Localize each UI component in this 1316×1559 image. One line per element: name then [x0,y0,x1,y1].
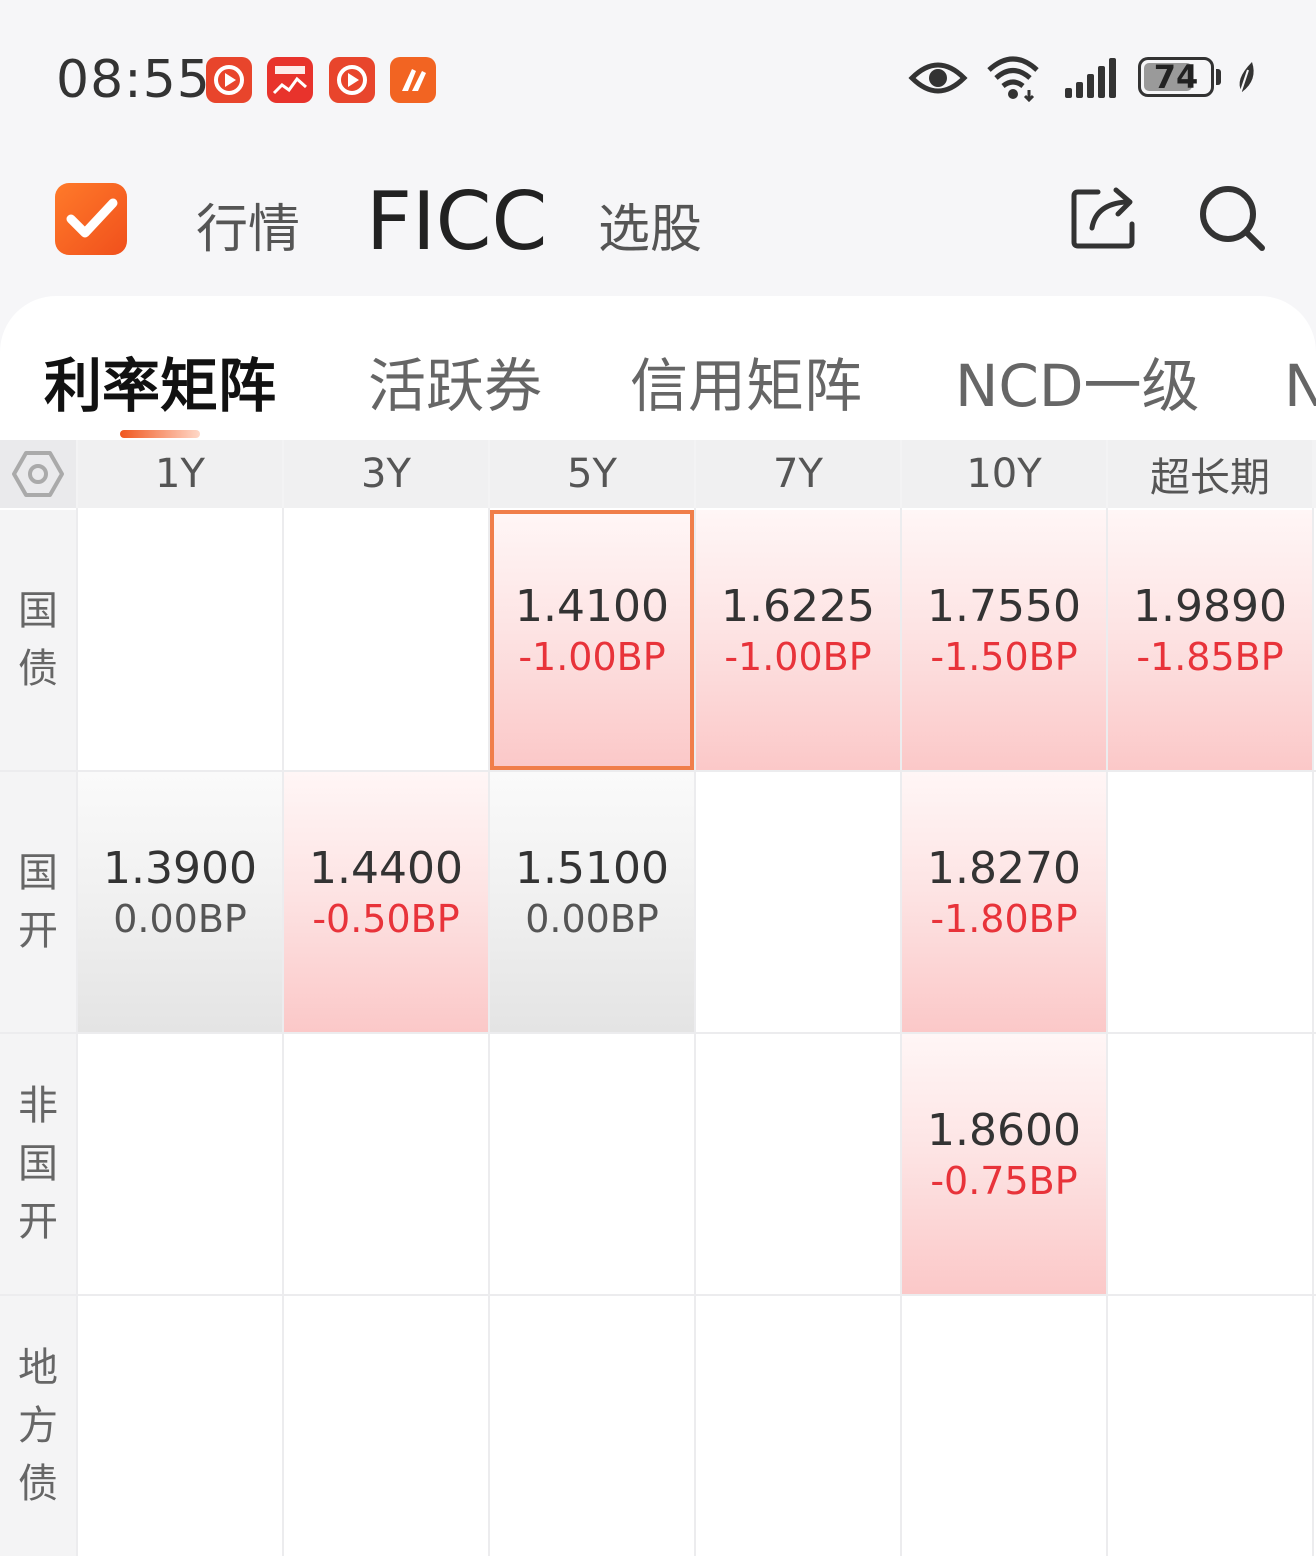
app-logo-icon[interactable] [55,183,127,255]
app-header: 行情 FICC 选股 [0,150,1316,295]
power-saving-leaf-icon [1239,62,1254,95]
matrix-cell[interactable]: 1.6225 -1.00BP [696,510,900,770]
cell-change-bp: -0.75BP [930,1159,1078,1203]
column-header-10y[interactable]: 10Y [902,440,1106,508]
matrix-cell[interactable] [1108,1296,1312,1556]
sub-tab-rate-matrix[interactable]: 利率矩阵 [44,350,276,422]
column-header-ultra-long[interactable]: 超长期 [1108,440,1312,508]
sub-tab-credit-matrix[interactable]: 信用矩阵 [630,350,862,422]
app-notification-icon [390,57,436,103]
row-header[interactable]: 非国开 [0,1034,76,1294]
cell-yield: 1.4100 [515,581,669,632]
app-notification-icon [206,57,252,103]
matrix-cell[interactable]: 1.3900 0.00BP [78,772,282,1032]
matrix-cell[interactable] [284,1296,488,1556]
matrix-cell[interactable] [1108,1034,1312,1294]
grid-divider [1312,508,1314,1556]
share-icon[interactable] [1068,182,1140,254]
matrix-settings-button[interactable] [0,440,76,508]
matrix-cell[interactable]: 1.4100 -1.00BP [490,510,694,770]
search-icon[interactable] [1196,182,1268,254]
nav-tab-market[interactable]: 行情 [196,198,300,262]
row-header[interactable]: 地方债 [0,1296,76,1556]
matrix-cell[interactable] [284,1034,488,1294]
grid-divider [1106,508,1108,1556]
column-header-5y[interactable]: 5Y [490,440,694,508]
matrix-cell[interactable] [1108,772,1312,1032]
matrix-cell[interactable] [902,1296,1106,1556]
app-notification-icon [329,57,375,103]
nav-tab-ficc[interactable]: FICC [366,180,547,264]
matrix-cell[interactable] [78,1296,282,1556]
cell-yield: 1.3900 [103,843,257,894]
sub-tab-active-bonds[interactable]: 活跃券 [368,350,542,422]
grid-divider [488,508,490,1556]
matrix-cell[interactable] [696,1034,900,1294]
matrix-cell[interactable]: 1.9890 -1.85BP [1108,510,1312,770]
matrix-cell[interactable]: 1.7550 -1.50BP [902,510,1106,770]
battery-level: 74 [1153,58,1199,96]
matrix-cell[interactable] [78,1034,282,1294]
cell-yield: 1.6225 [721,581,875,632]
cell-yield: 1.5100 [515,843,669,894]
column-header-7y[interactable]: 7Y [696,440,900,508]
active-tab-indicator [120,430,200,438]
sub-tab-overflow[interactable]: N [1284,350,1316,422]
row-header-label: 地方债 [18,1345,58,1507]
battery-tip [1216,69,1221,85]
cell-change-bp: -1.85BP [1136,635,1284,679]
app-notification-icon [267,57,313,103]
matrix-cell[interactable]: 1.4400 -0.50BP [284,772,488,1032]
row-header[interactable]: 国开 [0,772,76,1032]
matrix-cell[interactable] [284,510,488,770]
battery-indicator: 74 [1138,57,1214,97]
row-header[interactable]: 国债 [0,510,76,770]
cell-change-bp: -1.00BP [518,635,666,679]
row-header-label: 国债 [18,588,58,692]
grid-divider [76,508,78,1556]
signal-strength-icon [1065,58,1116,98]
cell-change-bp: -1.00BP [724,635,872,679]
wifi-icon [987,56,1039,102]
status-time: 08:55 [56,50,211,110]
matrix-cell[interactable] [696,772,900,1032]
row-header-label: 国开 [18,850,58,954]
cell-change-bp: -1.80BP [930,897,1078,941]
cell-yield: 1.7550 [927,581,1081,632]
cell-change-bp: -0.50BP [312,897,460,941]
column-header-3y[interactable]: 3Y [284,440,488,508]
grid-divider [900,508,902,1556]
nav-tab-stock-picker[interactable]: 选股 [598,198,702,262]
eye-icon [908,62,968,94]
sub-tab-ncd-primary[interactable]: NCD一级 [955,350,1200,422]
status-bar: 08:55 74 [0,0,1316,150]
cell-yield: 1.8270 [927,843,1081,894]
content-card: 利率矩阵 活跃券 信用矩阵 NCD一级 N 1Y 3Y 5Y 7Y 10Y 超长… [0,296,1316,1559]
cell-change-bp: -1.50BP [930,635,1078,679]
column-header-1y[interactable]: 1Y [78,440,282,508]
matrix-cell[interactable]: 1.8600 -0.75BP [902,1034,1106,1294]
matrix-cell[interactable]: 1.8270 -1.80BP [902,772,1106,1032]
grid-divider [694,508,696,1556]
cell-change-bp: 0.00BP [113,897,247,941]
matrix-cell[interactable] [490,1296,694,1556]
row-header-label: 非国开 [18,1083,58,1245]
cell-yield: 1.9890 [1133,581,1287,632]
grid-divider [282,508,284,1556]
cell-yield: 1.4400 [309,843,463,894]
matrix-cell[interactable]: 1.5100 0.00BP [490,772,694,1032]
cell-yield: 1.8600 [927,1105,1081,1156]
matrix-cell[interactable] [78,510,282,770]
hexagon-settings-icon [12,451,64,497]
matrix-cell[interactable] [490,1034,694,1294]
matrix-cell[interactable] [696,1296,900,1556]
cell-change-bp: 0.00BP [525,897,659,941]
matrix-header-row: 1Y 3Y 5Y 7Y 10Y 超长期 [0,440,1316,508]
